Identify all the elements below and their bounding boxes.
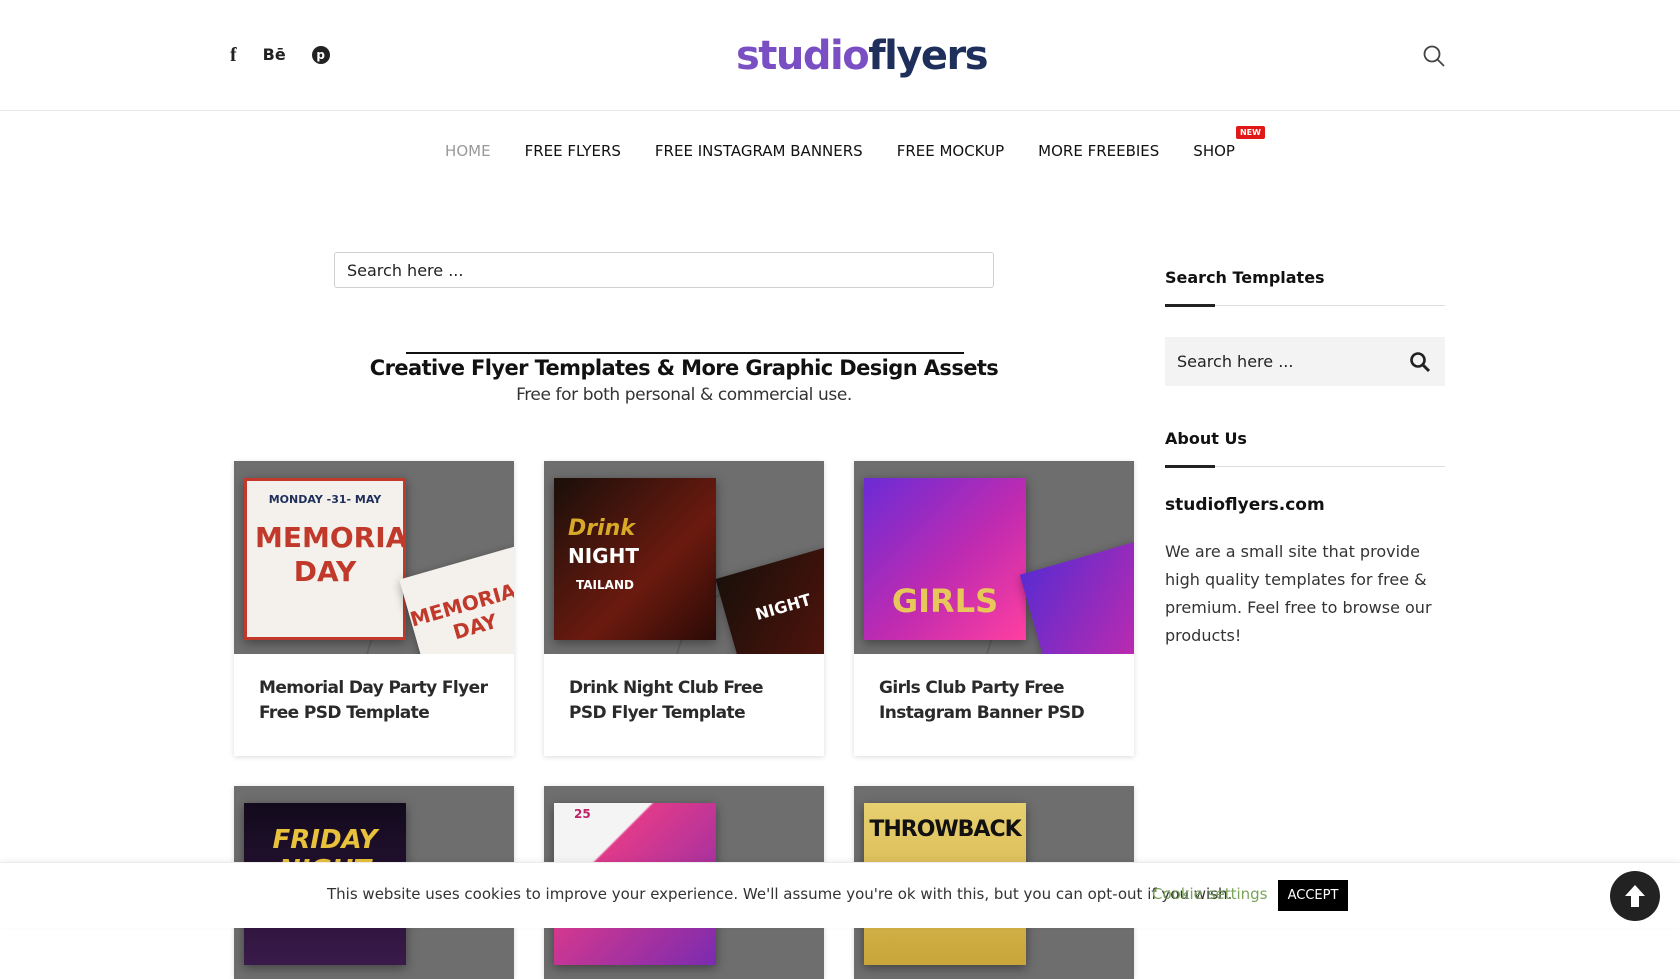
sidebar-about-heading: About Us <box>1165 429 1247 448</box>
nav-item-free-flyers[interactable]: FREE FLYERS <box>525 142 621 160</box>
memorial-poster-secondary: MEMORIAL DAY <box>399 546 514 654</box>
nav-item-more-freebies[interactable]: MORE FREEBIES <box>1038 142 1159 160</box>
hero-subtitle: Free for both personal & commercial use. <box>516 385 852 405</box>
card-thumbnail: MONDAY -31- MAY MEMORIAL DAY MEMORIAL DA… <box>234 461 514 654</box>
logo-part-flyers: flyers <box>868 33 988 79</box>
logo-part-studio: studio <box>736 33 870 79</box>
memorial-poster: MONDAY -31- MAY MEMORIAL DAY <box>244 478 406 640</box>
card-thumbnail: GIRLS <box>854 461 1134 654</box>
girls-club-poster-secondary <box>1019 541 1134 654</box>
sidebar-heading-accent <box>1165 465 1215 468</box>
cookie-message: This website uses cookies to improve you… <box>327 885 1233 903</box>
sidebar-search-box <box>1165 337 1445 386</box>
girls-club-poster: GIRLS <box>864 478 1026 640</box>
nav-item-home[interactable]: HOME <box>445 142 491 160</box>
search-icon <box>1410 352 1431 373</box>
card-title: Memorial Day Party Flyer Free PSD Templa… <box>259 678 488 723</box>
nav-item-shop[interactable]: SHOP NEW <box>1193 126 1265 160</box>
facebook-icon[interactable]: f <box>230 44 237 66</box>
template-card[interactable]: Drink NIGHT TAILAND NIGHT Drink Night Cl… <box>544 461 824 756</box>
card-title: Girls Club Party Free Instagram Banner P… <box>879 678 1085 723</box>
site-header: f Bē p studioflyers <box>0 0 1680 111</box>
sidebar-search-button[interactable] <box>1409 351 1431 373</box>
cookie-accept-button[interactable]: ACCEPT <box>1278 880 1348 911</box>
poster-headline-secondary: NIGHT <box>753 590 814 624</box>
new-badge: NEW <box>1235 126 1265 139</box>
hero-title: Creative Flyer Templates & More Graphic … <box>369 356 999 380</box>
site-logo[interactable]: studioflyers <box>736 28 989 84</box>
poster-headline: THROWBACK <box>869 817 1021 842</box>
about-site-name: studioflyers.com <box>1165 495 1325 515</box>
drink-night-poster: Drink NIGHT TAILAND <box>554 478 716 640</box>
sidebar-search-heading: Search Templates <box>1165 268 1325 287</box>
main-search-input[interactable] <box>334 252 994 288</box>
nav-item-free-instagram-banners[interactable]: FREE INSTAGRAM BANNERS <box>655 142 863 160</box>
poster-date: MONDAY -31- MAY <box>268 493 382 506</box>
main-nav: HOME FREE FLYERS FREE INSTAGRAM BANNERS … <box>0 110 1680 192</box>
pinterest-icon[interactable]: p <box>311 46 330 64</box>
behance-icon[interactable]: Bē <box>263 44 286 66</box>
template-card[interactable]: GIRLS Girls Club Party Free Instagram Ba… <box>854 461 1134 756</box>
card-title: Drink Night Club Free PSD Flyer Template <box>569 678 763 723</box>
back-to-top-button[interactable] <box>1610 871 1660 921</box>
social-links: f Bē p <box>230 44 330 66</box>
poster-date: 25 <box>574 807 591 821</box>
search-icon[interactable] <box>1422 44 1446 68</box>
template-card[interactable]: MONDAY -31- MAY MEMORIAL DAY MEMORIAL DA… <box>234 461 514 756</box>
poster-headline-secondary: MEMORIAL DAY <box>407 575 514 645</box>
about-text: We are a small site that provide high qu… <box>1165 542 1432 645</box>
nav-item-free-mockup[interactable]: FREE MOCKUP <box>897 142 1004 160</box>
cookie-settings-link[interactable]: Cookie settings <box>1152 885 1268 903</box>
cookie-bar: This website uses cookies to improve you… <box>0 862 1680 928</box>
sidebar-search-input[interactable] <box>1165 337 1395 386</box>
drink-night-poster-secondary: NIGHT <box>715 547 824 654</box>
arrow-up-icon <box>1625 885 1645 907</box>
card-thumbnail: Drink NIGHT TAILAND NIGHT <box>544 461 824 654</box>
sidebar-heading-accent <box>1165 304 1215 307</box>
poster-location: TAILAND <box>576 578 634 592</box>
poster-headline: NIGHT <box>568 544 639 568</box>
poster-headline: MEMORIAL DAY <box>255 521 406 588</box>
nav-item-shop-label: SHOP <box>1193 142 1235 160</box>
poster-headline: GIRLS <box>891 582 999 620</box>
poster-script: Drink <box>568 516 635 541</box>
